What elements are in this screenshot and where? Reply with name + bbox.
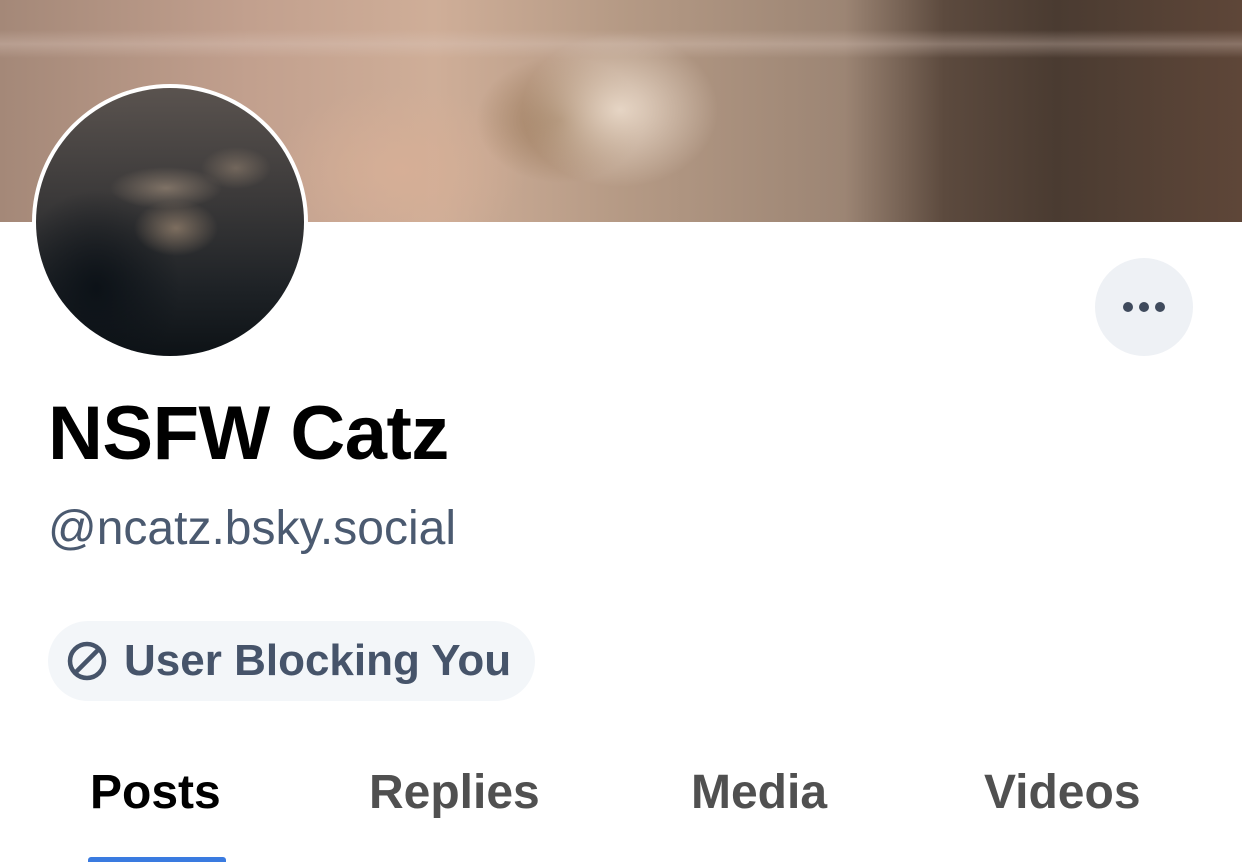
profile-page: NSFW Catz @ncatz.bsky.social User Blocki… <box>0 0 1242 862</box>
block-icon <box>67 641 107 681</box>
avatar-image <box>36 88 304 356</box>
profile-avatar[interactable] <box>32 84 308 360</box>
display-name: NSFW Catz <box>48 391 449 476</box>
banner-image <box>0 30 1242 58</box>
more-options-button[interactable] <box>1095 258 1193 356</box>
blocking-status-badge[interactable]: User Blocking You <box>48 621 536 701</box>
blocking-status-label: User Blocking You <box>124 636 512 685</box>
active-tab-indicator <box>88 857 226 862</box>
ellipsis-icon <box>1123 302 1165 312</box>
tab-posts[interactable]: Posts <box>90 762 221 824</box>
profile-tabs: Posts Replies Media Videos <box>0 740 1242 862</box>
tab-replies[interactable]: Replies <box>369 762 540 824</box>
profile-handle[interactable]: @ncatz.bsky.social <box>48 498 456 560</box>
tab-videos[interactable]: Videos <box>984 762 1141 824</box>
tab-media[interactable]: Media <box>691 762 827 824</box>
